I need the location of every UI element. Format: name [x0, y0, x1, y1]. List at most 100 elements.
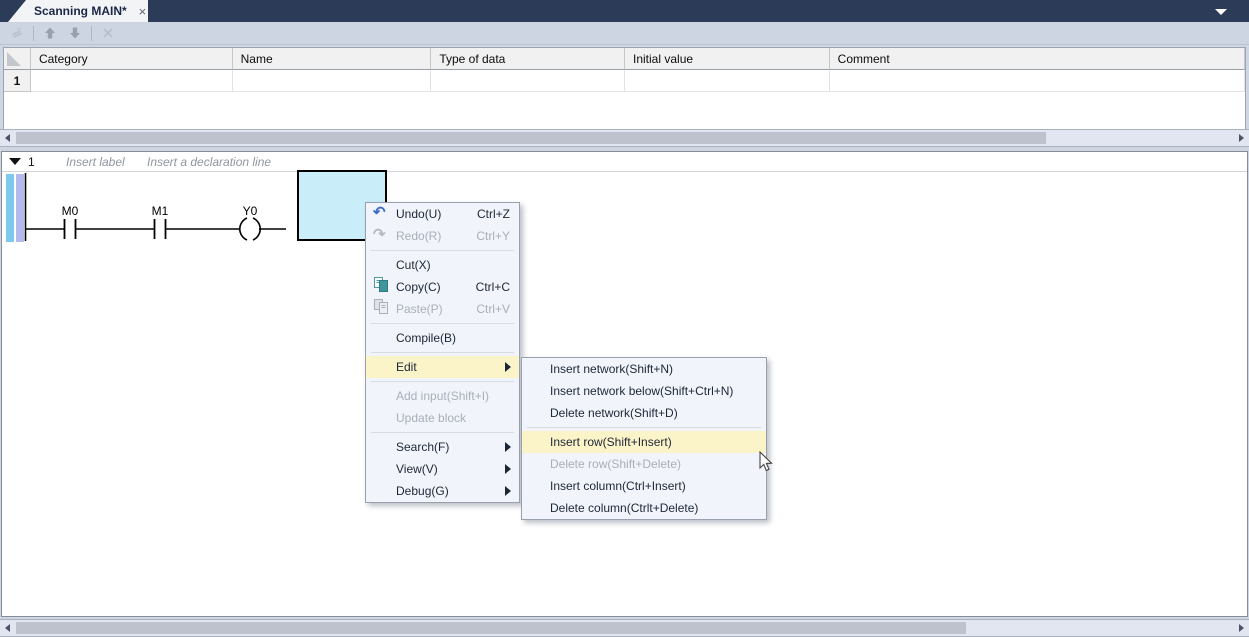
- column-header-name[interactable]: Name: [233, 48, 432, 70]
- editor-horizontal-scrollbar[interactable]: [0, 619, 1249, 637]
- menu-item-label: Compile(B): [396, 331, 456, 345]
- menu-item-label: Delete column(Ctrlt+Delete): [550, 501, 698, 515]
- scroll-right-icon[interactable]: [1239, 624, 1244, 632]
- grid-cell[interactable]: [431, 70, 625, 92]
- grid-cell[interactable]: [31, 70, 233, 92]
- menu-item-edit[interactable]: Edit: [366, 356, 519, 378]
- menu-separator: [371, 352, 514, 353]
- network-number: 1: [28, 155, 35, 169]
- menu-item-copy[interactable]: Copy(C)Ctrl+C: [366, 276, 519, 298]
- toolbar: [0, 22, 1249, 45]
- menu-item-debug[interactable]: Debug(G): [366, 480, 519, 502]
- menu-item-paste: Paste(P) Ctrl+V: [366, 298, 519, 320]
- menu-item-insert-column[interactable]: Insert column(Ctrl+Insert): [522, 475, 766, 497]
- menu-item-delete-network[interactable]: Delete network(Shift+D): [522, 402, 766, 424]
- select-all-corner[interactable]: [4, 48, 31, 70]
- column-header-category[interactable]: Category: [31, 48, 233, 70]
- menu-item-delete-row: Delete row(Shift+Delete): [522, 453, 766, 475]
- tab-bar: Scanning MAIN* ×: [0, 0, 1249, 22]
- move-up-icon[interactable]: [41, 24, 59, 42]
- menu-item-label: Insert column(Ctrl+Insert): [550, 479, 686, 493]
- row-header[interactable]: 1: [4, 70, 31, 92]
- menu-item-label: Update block: [396, 411, 466, 425]
- menu-item-update-block: Update block: [366, 407, 519, 429]
- scrollbar-thumb[interactable]: [16, 622, 966, 634]
- contact-m0-label: M0: [62, 204, 79, 218]
- menu-item-label: Debug(G): [396, 484, 449, 498]
- column-header-initial-value[interactable]: Initial value: [625, 48, 830, 70]
- mouse-cursor: [755, 451, 775, 478]
- toolbar-separator: [33, 26, 34, 41]
- submenu-arrow-icon: [505, 464, 511, 474]
- menu-item-label: Insert row(Shift+Insert): [550, 435, 672, 449]
- submenu-arrow-icon: [505, 442, 511, 452]
- column-header-type-of-data[interactable]: Type of data: [431, 48, 625, 70]
- menu-separator: [371, 323, 514, 324]
- menu-separator: [371, 381, 514, 382]
- menu-item-label: Delete network(Shift+D): [550, 406, 678, 420]
- column-header-comment[interactable]: Comment: [830, 48, 1245, 70]
- move-down-icon[interactable]: [66, 24, 84, 42]
- contact-m1-label: M1: [152, 204, 169, 218]
- scroll-left-icon[interactable]: [5, 624, 10, 632]
- menu-item-label: Insert network(Shift+N): [550, 362, 673, 376]
- grid-cell[interactable]: [625, 70, 830, 92]
- submenu-arrow-icon: [505, 486, 511, 496]
- copy-icon: [373, 276, 391, 296]
- coil-y0[interactable]: Y0: [240, 204, 260, 240]
- grid-cell[interactable]: [830, 70, 1245, 92]
- delete-icon[interactable]: [99, 24, 117, 42]
- submenu-arrow-icon: [505, 362, 511, 372]
- menu-item-insert-row[interactable]: Insert row(Shift+Insert): [522, 431, 766, 453]
- redo-icon: ↷: [373, 225, 391, 245]
- menu-item-label: View(V): [396, 462, 438, 476]
- coil-y0-label: Y0: [243, 204, 258, 218]
- network-header: 1 Insert label Insert a declaration line: [2, 152, 1247, 172]
- tab-title: Scanning MAIN*: [34, 4, 127, 18]
- menu-item-label: Paste(P): [396, 302, 443, 316]
- toolbar-separator: [91, 26, 92, 41]
- insert-label-placeholder[interactable]: Insert label: [66, 155, 125, 169]
- register-label-icon[interactable]: [8, 24, 26, 42]
- tab-scanning-main[interactable]: Scanning MAIN* ×: [8, 0, 148, 22]
- menu-item-insert-network[interactable]: Insert network(Shift+N): [522, 358, 766, 380]
- menu-item-delete-column[interactable]: Delete column(Ctrlt+Delete): [522, 497, 766, 519]
- tab-close-icon[interactable]: ×: [139, 5, 147, 18]
- label-grid: CategoryNameType of dataInitial valueCom…: [3, 47, 1246, 129]
- menu-item-add-input: Add input(Shift+I): [366, 385, 519, 407]
- menu-item-insert-network-below[interactable]: Insert network below(Shift+Ctrl+N): [522, 380, 766, 402]
- grid-row: 1: [4, 70, 1245, 92]
- menu-item-label: Search(F): [396, 440, 449, 454]
- edit-submenu: Insert network(Shift+N) Insert network be…: [521, 357, 767, 520]
- menu-item-search[interactable]: Search(F): [366, 436, 519, 458]
- menu-item-label: Add input(Shift+I): [396, 389, 489, 403]
- contact-m1[interactable]: M1: [152, 204, 169, 239]
- contact-m0[interactable]: M0: [62, 204, 79, 239]
- grid-horizontal-scrollbar[interactable]: [0, 129, 1249, 147]
- menu-item-label: Delete row(Shift+Delete): [550, 457, 681, 471]
- menu-item-label: Cut(X): [396, 258, 431, 272]
- menu-separator: [371, 250, 514, 251]
- menu-item-label: Edit: [396, 360, 417, 374]
- menu-item-label: Redo(R): [396, 229, 441, 243]
- grid-cell[interactable]: [233, 70, 432, 92]
- menu-item-shortcut: Ctrl+V: [476, 298, 510, 320]
- menu-item-cut[interactable]: Cut(X): [366, 254, 519, 276]
- tab-overflow-icon[interactable]: [1215, 9, 1227, 15]
- menu-item-label: Undo(U): [396, 207, 441, 221]
- scroll-right-icon[interactable]: [1239, 134, 1244, 142]
- undo-icon: ↶: [373, 203, 391, 223]
- collapse-network-icon[interactable]: [9, 158, 21, 165]
- scroll-left-icon[interactable]: [5, 134, 10, 142]
- menu-item-view[interactable]: View(V): [366, 458, 519, 480]
- menu-item-compile[interactable]: Compile(B): [366, 327, 519, 349]
- scrollbar-thumb[interactable]: [16, 132, 1046, 144]
- menu-item-shortcut: Ctrl+C: [476, 276, 510, 298]
- menu-item-shortcut: Ctrl+Z: [477, 203, 510, 225]
- context-menu: ↶ Undo(U) Ctrl+Z ↷ Redo(R) Ctrl+Y Cut(X) Copy(C…: [365, 202, 520, 503]
- menu-separator: [527, 427, 761, 428]
- menu-item-undo[interactable]: ↶ Undo(U) Ctrl+Z: [366, 203, 519, 225]
- insert-declaration-placeholder[interactable]: Insert a declaration line: [147, 155, 271, 169]
- menu-item-shortcut: Ctrl+Y: [476, 225, 510, 247]
- menu-item-label: Insert network below(Shift+Ctrl+N): [550, 384, 733, 398]
